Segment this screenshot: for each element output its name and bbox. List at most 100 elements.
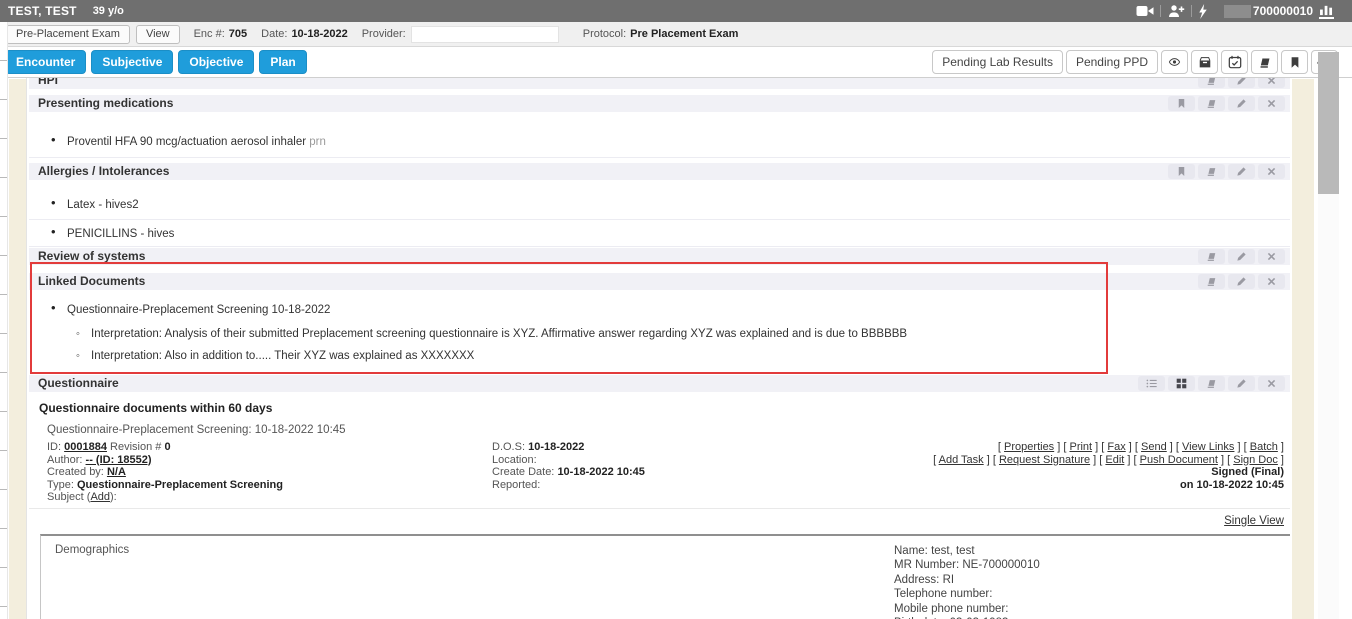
view-button[interactable]: View: [136, 25, 180, 44]
grid-view-icon[interactable]: [1168, 376, 1195, 391]
sign-doc-link[interactable]: Sign Doc: [1233, 454, 1278, 466]
edit-pencil-icon[interactable]: [1228, 96, 1255, 111]
section-hpi: HPI: [27, 78, 1292, 90]
location-label: Location:: [492, 454, 537, 466]
edit-pencil-icon[interactable]: [1228, 249, 1255, 264]
view-links-link[interactable]: View Links: [1182, 441, 1234, 453]
edit-pencil-icon[interactable]: [1228, 376, 1255, 391]
close-icon[interactable]: [1258, 376, 1285, 391]
provider-input[interactable]: [411, 26, 559, 43]
author-link[interactable]: -- (ID: 18552): [86, 454, 152, 466]
titlebar-actions: 700000010: [1130, 4, 1340, 19]
encounter-tab-button[interactable]: Encounter: [5, 50, 86, 74]
subject-label: Subject: [47, 491, 84, 503]
edit-link[interactable]: Edit: [1105, 454, 1124, 466]
account-number: 700000010: [1253, 4, 1313, 18]
section-header-allergies: Allergies / Intolerances: [29, 163, 1290, 180]
questionnaire-subtitle: Questionnaire documents within 60 days: [39, 401, 1292, 415]
provider-label: Provider:: [362, 28, 406, 40]
ehr-application-window: TEST, TEST 39 y/o 700000010 Pre-Placemen…: [0, 0, 1352, 619]
lightning-icon[interactable]: [1198, 4, 1208, 19]
patient-age: 39 y/o: [93, 5, 124, 17]
properties-link[interactable]: Properties: [1004, 441, 1054, 453]
section-header-linked-documents: Linked Documents: [29, 273, 1290, 290]
edit-pencil-icon[interactable]: [1228, 78, 1255, 88]
pending-ppd-button[interactable]: Pending PPD: [1066, 50, 1158, 74]
book-icon[interactable]: [1198, 78, 1225, 88]
main-toolbar: Encounter Subjective Objective Plan Pend…: [0, 47, 1352, 78]
edit-pencil-icon[interactable]: [1228, 274, 1255, 289]
book-icon[interactable]: [1198, 274, 1225, 289]
create-date-value: 10-18-2022 10:45: [557, 466, 644, 478]
demographics-panel: Demographics Name: test, test MR Number:…: [40, 534, 1290, 619]
created-by-link[interactable]: N/A: [107, 466, 126, 478]
close-icon[interactable]: [1258, 78, 1285, 88]
interpretation-item: Interpretation: Also in addition to.....…: [29, 342, 1290, 366]
demographics-field: Telephone number:: [894, 587, 1040, 602]
fax-link[interactable]: Fax: [1107, 441, 1125, 453]
edit-pencil-icon[interactable]: [1228, 164, 1255, 179]
send-link[interactable]: Send: [1141, 441, 1167, 453]
section-header-hpi: HPI: [29, 78, 1290, 89]
book-icon[interactable]: [1198, 96, 1225, 111]
signed-status: Signed (Final): [922, 466, 1284, 479]
patient-name: TEST, TEST: [8, 4, 77, 18]
date-label: Date:: [261, 28, 287, 40]
bar-chart-icon[interactable]: [1319, 4, 1334, 19]
scrollbar-thumb[interactable]: [1318, 52, 1339, 194]
section-title: Review of systems: [38, 248, 145, 265]
push-document-link[interactable]: Push Document: [1140, 454, 1218, 466]
allergy-item: PENICILLINS - hives: [29, 220, 1290, 247]
eye-icon[interactable]: [1161, 50, 1188, 74]
archive-box-icon[interactable]: [1191, 50, 1218, 74]
pending-lab-results-button[interactable]: Pending Lab Results: [932, 50, 1063, 74]
enc-number-value: 705: [229, 28, 247, 40]
bookmark-icon[interactable]: [1168, 164, 1195, 179]
dos-value: 10-18-2022: [528, 441, 584, 453]
add-task-link[interactable]: Add Task: [939, 454, 984, 466]
linked-document-item: Questionnaire-Preplacement Screening 10-…: [29, 290, 1290, 320]
account-box: [1224, 5, 1251, 18]
section-header-presenting-medications: Presenting medications: [29, 95, 1290, 112]
id-label: ID:: [47, 441, 61, 453]
section-title: HPI: [38, 78, 58, 89]
close-icon[interactable]: [1258, 249, 1285, 264]
toolbar-right-cluster: Pending Lab Results Pending PPD: [929, 50, 1338, 74]
medication-list: Proventil HFA 90 mcg/actuation aerosol i…: [29, 112, 1290, 158]
close-icon[interactable]: [1258, 96, 1285, 111]
video-camera-icon[interactable]: [1136, 5, 1154, 17]
batch-link[interactable]: Batch: [1250, 441, 1278, 453]
type-label: Type:: [47, 479, 74, 491]
questionnaire-document-heading: Questionnaire-Preplacement Screening: 10…: [47, 424, 1292, 436]
objective-tab-button[interactable]: Objective: [178, 50, 254, 74]
book-icon[interactable]: [1198, 164, 1225, 179]
close-icon[interactable]: [1258, 164, 1285, 179]
subjective-tab-button[interactable]: Subjective: [91, 50, 173, 74]
demographics-field: Name: test, test: [894, 544, 1040, 559]
subject-add-link[interactable]: Add: [90, 491, 110, 503]
add-person-icon[interactable]: [1167, 4, 1185, 18]
calendar-check-icon[interactable]: [1221, 50, 1248, 74]
protocol-label: Protocol:: [583, 28, 626, 40]
request-signature-link[interactable]: Request Signature: [999, 454, 1090, 466]
list-view-icon[interactable]: [1138, 376, 1165, 391]
section-title: Questionnaire: [38, 375, 119, 392]
bookmark-icon[interactable]: [1281, 50, 1308, 74]
bookmark-icon[interactable]: [1168, 96, 1195, 111]
print-link[interactable]: Print: [1069, 441, 1092, 453]
right-margin-strip: [1292, 79, 1314, 619]
plan-tab-button[interactable]: Plan: [259, 50, 306, 74]
document-id-link[interactable]: 0001884: [64, 441, 107, 453]
document-info-middle: D.O.S: 10-18-2022 Location: Create Date:…: [492, 441, 922, 504]
book-icon[interactable]: [1251, 50, 1278, 74]
encounter-bar: Pre-Placement Exam View Enc #: 705 Date:…: [0, 22, 1352, 47]
book-icon[interactable]: [1198, 376, 1225, 391]
book-icon[interactable]: [1198, 249, 1225, 264]
section-title: Linked Documents: [38, 273, 145, 290]
demographics-field: Mobile phone number:: [894, 602, 1040, 617]
close-icon[interactable]: [1258, 274, 1285, 289]
single-view-link[interactable]: Single View: [1224, 515, 1284, 527]
document-info-left: ID: 0001884 Revision # 0 Author: -- (ID:…: [47, 441, 492, 504]
pre-placement-exam-button[interactable]: Pre-Placement Exam: [6, 25, 130, 44]
enc-number-label: Enc #:: [194, 28, 225, 40]
